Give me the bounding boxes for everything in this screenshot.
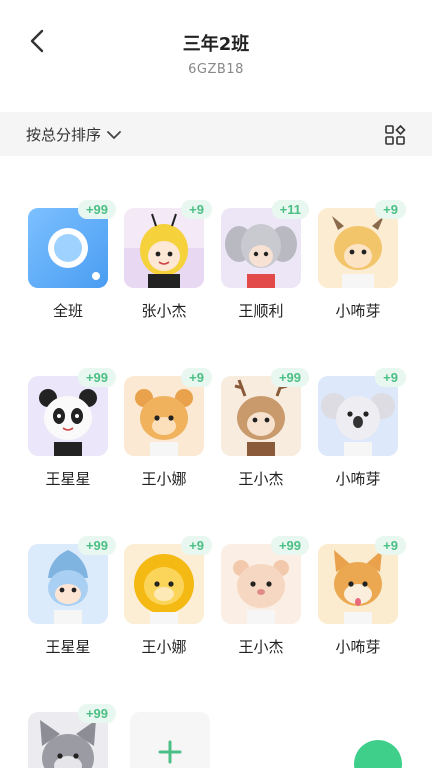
deer-avatar: [221, 376, 301, 456]
student-name: 小咘芽: [335, 470, 381, 488]
cow-avatar: [318, 208, 398, 288]
score-badge: +9: [181, 200, 212, 219]
sort-bar: 按总分排序: [0, 112, 432, 156]
student-name: 王星星: [45, 638, 91, 656]
plus-icon: [158, 740, 182, 764]
class-page: 三年2班 6GZB18 按总分排序 +99 全班 +9 张小杰 +11 王顺利 …: [0, 0, 432, 768]
page-title: 三年2班: [182, 34, 250, 55]
score-badge: +99: [270, 368, 309, 387]
score-badge: +11: [271, 200, 309, 219]
score-badge: +9: [375, 200, 406, 219]
student-name: 王星星: [45, 470, 91, 488]
score-badge: +99: [77, 200, 116, 219]
chevron-down-icon: [107, 130, 121, 139]
shiba-avatar: [318, 544, 398, 624]
score-badge: +9: [181, 368, 212, 387]
dolphin-avatar: [28, 544, 108, 624]
layout-toggle-icon[interactable]: [384, 124, 406, 146]
student-name: 王小杰: [238, 470, 284, 488]
bee-avatar: [124, 208, 204, 288]
sort-dropdown[interactable]: 按总分排序: [26, 124, 121, 145]
lion-avatar: [124, 544, 204, 624]
elephant-avatar: [221, 208, 301, 288]
koala-avatar: [318, 376, 398, 456]
student-name: 王小杰: [238, 638, 284, 656]
score-badge: +9: [181, 536, 212, 555]
score-badge: +99: [77, 704, 116, 723]
student-name: 张小杰: [141, 302, 187, 320]
hamster-avatar: [221, 544, 301, 624]
score-badge: +9: [375, 368, 406, 387]
panda-avatar: [28, 376, 108, 456]
floating-action-button[interactable]: [354, 740, 402, 768]
score-badge: +99: [270, 536, 309, 555]
class-code: 6GZB18: [188, 62, 244, 77]
score-badge: +99: [77, 368, 116, 387]
student-name: 王顺利: [238, 302, 284, 320]
header: 三年2班 6GZB18: [0, 0, 432, 112]
student-name: 小咘芽: [335, 302, 381, 320]
student-name: 王小娜: [141, 470, 187, 488]
student-name: 全班: [52, 302, 83, 320]
student-name: 小咘芽: [335, 638, 381, 656]
add-student-button[interactable]: [130, 712, 210, 768]
whole-class-icon: [28, 208, 108, 288]
student-name: 王小娜: [141, 638, 187, 656]
sort-label: 按总分排序: [26, 126, 102, 144]
score-badge: +9: [375, 536, 406, 555]
score-badge: +99: [77, 536, 116, 555]
bear-avatar: [124, 376, 204, 456]
